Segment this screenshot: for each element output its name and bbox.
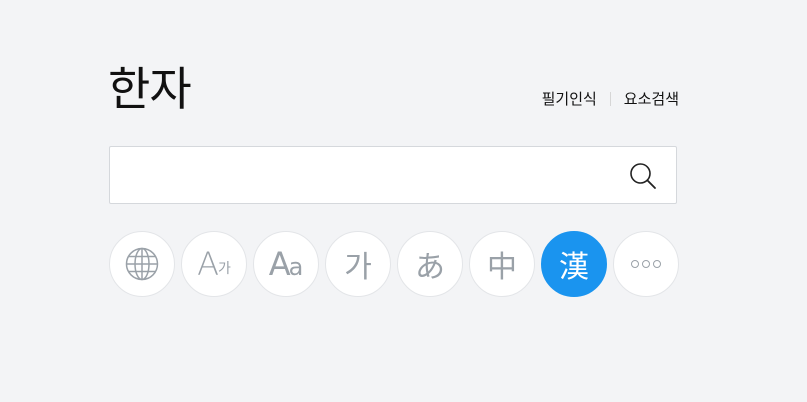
dict-more-button[interactable] [613,231,679,297]
search-box [109,146,677,204]
dict-hanja-button[interactable]: 漢 [541,231,607,297]
chinese-glyph: 中 [487,250,517,285]
link-divider [609,91,611,106]
radical-search-link[interactable]: 요소검색 [624,88,679,109]
dict-chinese-button[interactable]: 中 [469,231,535,297]
search-button[interactable] [628,161,658,191]
globe-icon [125,247,159,281]
search-icon [630,163,656,189]
dict-english-button[interactable]: A a [253,231,319,297]
english-korean-small-glyph: 가 [218,261,231,277]
top-links: 필기인식 요소검색 [542,88,679,109]
page-title: 한자 [108,62,192,116]
dict-globe-button[interactable] [109,231,175,297]
more-dots-icon [631,260,661,268]
dict-japanese-button[interactable]: あ [397,231,463,297]
dictionary-selector: A 가 A a 가 あ 中 漢 [109,231,685,297]
dict-korean-button[interactable]: 가 [325,231,391,297]
english-korean-big-glyph: A [197,245,219,283]
english-small-glyph: a [288,253,304,281]
search-input[interactable] [122,147,612,203]
korean-glyph: 가 [344,250,372,285]
handwriting-link[interactable]: 필기인식 [542,88,597,109]
hanja-glyph: 漢 [559,250,589,285]
dict-english-korean-button[interactable]: A 가 [181,231,247,297]
english-big-glyph: A [268,245,291,283]
japanese-glyph: あ [415,250,445,285]
